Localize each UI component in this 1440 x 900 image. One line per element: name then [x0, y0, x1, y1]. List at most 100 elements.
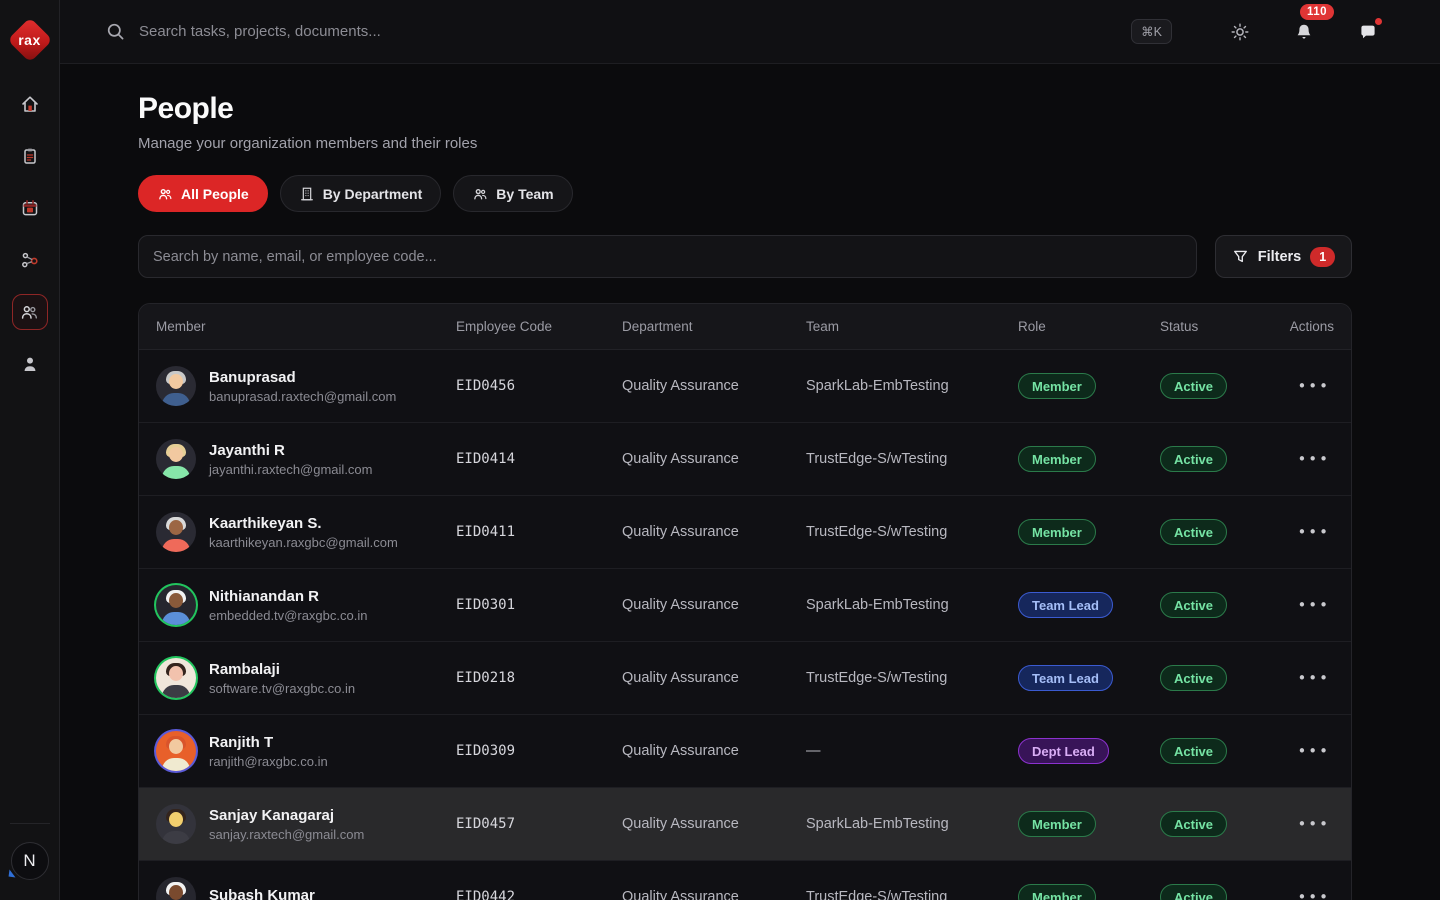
- member-name: Banuprasad: [209, 369, 396, 386]
- avatar: [156, 731, 196, 771]
- table-row[interactable]: Subash Kumar EID0442 Quality Assurance T…: [139, 861, 1351, 900]
- member-email: jayanthi.raxtech@gmail.com: [209, 462, 372, 477]
- column-header-employee-code: Employee Code: [456, 319, 622, 334]
- member-name: Subash Kumar: [209, 887, 315, 900]
- user-initial: N: [23, 851, 35, 871]
- avatar-torso: [162, 393, 190, 406]
- column-header-team: Team: [806, 319, 1018, 334]
- avatar-head: [169, 739, 183, 754]
- sidebar-item-workflow[interactable]: [12, 242, 48, 278]
- notification-count-badge: 110: [1300, 4, 1334, 20]
- sidebar-item-home[interactable]: [12, 86, 48, 122]
- building-icon: [299, 186, 315, 202]
- role-badge: Member: [1018, 446, 1096, 472]
- row-actions-button[interactable]: •••: [1293, 882, 1334, 900]
- avatar-torso: [162, 466, 190, 479]
- row-actions-button[interactable]: •••: [1293, 736, 1334, 766]
- calendar-icon: [20, 198, 40, 218]
- department: Quality Assurance: [622, 816, 806, 832]
- employee-code: EID0442: [456, 889, 622, 900]
- role-badge: Team Lead: [1018, 592, 1113, 618]
- people-table: Member Employee Code Department Team Rol…: [138, 303, 1352, 900]
- department: Quality Assurance: [622, 524, 806, 540]
- row-actions-button[interactable]: •••: [1293, 517, 1334, 547]
- team: TrustEdge-S/wTesting: [806, 670, 1018, 686]
- unread-dot: [1375, 18, 1382, 25]
- team: SparkLab-EmbTesting: [806, 378, 1018, 394]
- funnel-icon: [1232, 248, 1249, 265]
- table-row[interactable]: Ranjith T ranjith@raxgbc.co.in EID0309 Q…: [139, 715, 1351, 788]
- row-actions-button[interactable]: •••: [1293, 663, 1334, 693]
- table-row[interactable]: Sanjay Kanagaraj sanjay.raxtech@gmail.co…: [139, 788, 1351, 861]
- sidebar-item-profile[interactable]: [12, 346, 48, 382]
- avatar-head: [169, 593, 183, 608]
- filters-count-badge: 1: [1310, 247, 1335, 267]
- app-root: rax: [0, 0, 1440, 900]
- table-row[interactable]: Banuprasad banuprasad.raxtech@gmail.com …: [139, 350, 1351, 423]
- clipboard-icon: [20, 146, 40, 166]
- member-email: kaarthikeyan.raxgbc@gmail.com: [209, 535, 398, 550]
- avatar: [156, 439, 196, 479]
- chat-icon: [1358, 22, 1378, 42]
- member-cell: Kaarthikeyan S. kaarthikeyan.raxgbc@gmai…: [156, 512, 456, 552]
- tab-by-department[interactable]: By Department: [280, 175, 442, 212]
- avatar: [156, 512, 196, 552]
- filters-button[interactable]: Filters 1: [1215, 235, 1352, 278]
- employee-code: EID0218: [456, 670, 622, 686]
- row-actions-button[interactable]: •••: [1293, 590, 1334, 620]
- people-search[interactable]: [138, 235, 1197, 278]
- table-body: Banuprasad banuprasad.raxtech@gmail.com …: [139, 350, 1351, 900]
- member-email: embedded.tv@raxgbc.co.in: [209, 608, 367, 623]
- row-actions-button[interactable]: •••: [1293, 371, 1334, 401]
- avatar-head: [169, 885, 183, 900]
- table-row[interactable]: Nithianandan R embedded.tv@raxgbc.co.in …: [139, 569, 1351, 642]
- status-badge: Active: [1160, 884, 1227, 900]
- avatar-torso: [162, 685, 190, 698]
- avatar-torso: [162, 612, 190, 625]
- home-icon: [20, 94, 40, 114]
- page-subtitle: Manage your organization members and the…: [138, 135, 1352, 152]
- member-email: ranjith@raxgbc.co.in: [209, 754, 328, 769]
- sidebar-item-tasks[interactable]: [12, 138, 48, 174]
- table-row[interactable]: Jayanthi R jayanthi.raxtech@gmail.com EI…: [139, 423, 1351, 496]
- user-avatar[interactable]: N: [11, 842, 49, 880]
- app-logo[interactable]: rax: [10, 20, 50, 60]
- global-search[interactable]: [106, 22, 1131, 41]
- member-cell: Ranjith T ranjith@raxgbc.co.in: [156, 731, 456, 771]
- sidebar-item-people[interactable]: [12, 294, 48, 330]
- main-column: ⌘K 110: [60, 0, 1440, 900]
- column-header-actions: Actions: [1288, 319, 1334, 334]
- member-cell: Banuprasad banuprasad.raxtech@gmail.com: [156, 366, 456, 406]
- team: TrustEdge-S/wTesting: [806, 451, 1018, 467]
- tab-by-team[interactable]: By Team: [453, 175, 572, 212]
- employee-code: EID0309: [456, 743, 622, 759]
- global-search-input[interactable]: [139, 23, 739, 40]
- role-badge: Member: [1018, 519, 1096, 545]
- department: Quality Assurance: [622, 597, 806, 613]
- row-actions-button[interactable]: •••: [1293, 444, 1334, 474]
- shortcut-badge[interactable]: ⌘K: [1131, 19, 1172, 44]
- theme-toggle-button[interactable]: [1220, 12, 1260, 52]
- users-icon: [157, 186, 173, 202]
- sidebar-item-calendar[interactable]: [12, 190, 48, 226]
- table-row[interactable]: Rambalaji software.tv@raxgbc.co.in EID02…: [139, 642, 1351, 715]
- column-header-department: Department: [622, 319, 806, 334]
- messages-button[interactable]: [1348, 12, 1388, 52]
- people-search-input[interactable]: [153, 249, 1182, 265]
- row-actions-button[interactable]: •••: [1293, 809, 1334, 839]
- filter-row: Filters 1: [138, 235, 1352, 278]
- status-badge: Active: [1160, 592, 1227, 618]
- table-row[interactable]: Kaarthikeyan S. kaarthikeyan.raxgbc@gmai…: [139, 496, 1351, 569]
- status-badge: Active: [1160, 811, 1227, 837]
- resize-corner-icon: [8, 870, 16, 878]
- bell-icon: [1294, 22, 1314, 42]
- filters-label: Filters: [1258, 249, 1302, 265]
- tab-all-people[interactable]: All People: [138, 175, 268, 212]
- team: —: [806, 743, 1018, 759]
- avatar: [156, 658, 196, 698]
- member-name: Sanjay Kanagaraj: [209, 807, 364, 824]
- avatar-torso: [162, 539, 190, 552]
- table-header: Member Employee Code Department Team Rol…: [139, 304, 1351, 350]
- employee-code: EID0414: [456, 451, 622, 467]
- notifications-button[interactable]: 110: [1284, 12, 1324, 52]
